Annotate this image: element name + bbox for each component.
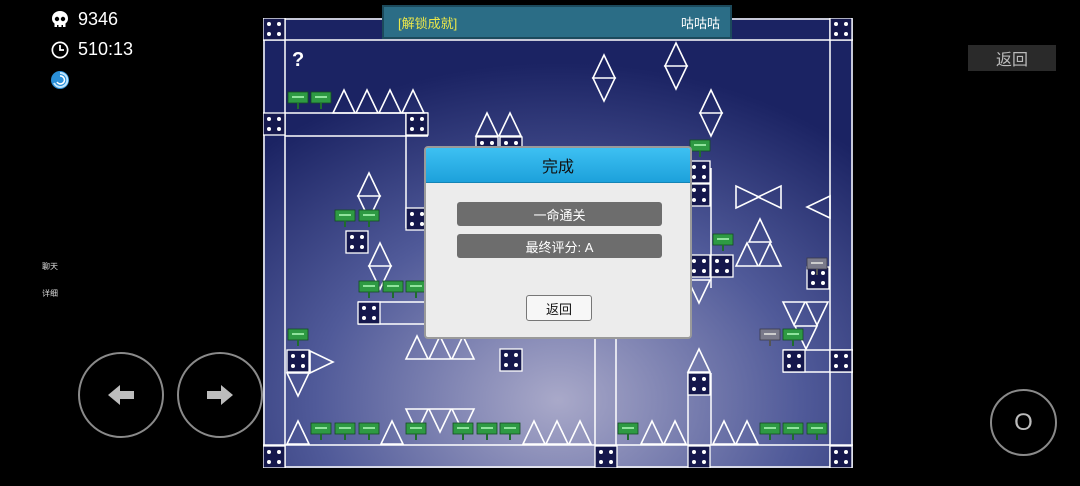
swirl-item xyxy=(50,70,70,90)
details-link[interactable]: 详细 xyxy=(42,288,58,299)
achievement-banner: [解锁成就] 咕咕咕 xyxy=(382,5,732,39)
final-score-label: 最终评分: A xyxy=(457,234,662,258)
move-right-button[interactable] xyxy=(177,352,263,438)
arrow-left-icon xyxy=(108,385,134,405)
top-return-button[interactable]: 返回 xyxy=(968,45,1056,71)
jump-button[interactable]: O xyxy=(990,389,1057,456)
dialog-title: 完成 xyxy=(426,148,690,183)
achievement-user: 咕咕咕 xyxy=(680,15,720,31)
play-time: 510:13 xyxy=(78,39,134,59)
arrow-right-icon xyxy=(207,385,233,405)
chat-link[interactable]: 聊天 xyxy=(42,261,58,272)
no-death-clear-label: 一命通关 xyxy=(457,202,662,226)
swirl-icon xyxy=(51,71,69,89)
completion-dialog: 完成 一命通关 最终评分: A 返回 xyxy=(424,146,692,339)
death-counter: 9346 xyxy=(50,9,118,30)
clock-icon xyxy=(51,41,69,58)
hint-marker: ? xyxy=(292,49,304,71)
achievement-text: [解锁成就] xyxy=(398,15,458,31)
dialog-return-button[interactable]: 返回 xyxy=(526,295,592,321)
move-left-button[interactable] xyxy=(78,352,164,438)
skull-icon xyxy=(52,10,68,27)
time-counter: 510:13 xyxy=(50,39,133,60)
death-count: 9346 xyxy=(78,9,119,29)
